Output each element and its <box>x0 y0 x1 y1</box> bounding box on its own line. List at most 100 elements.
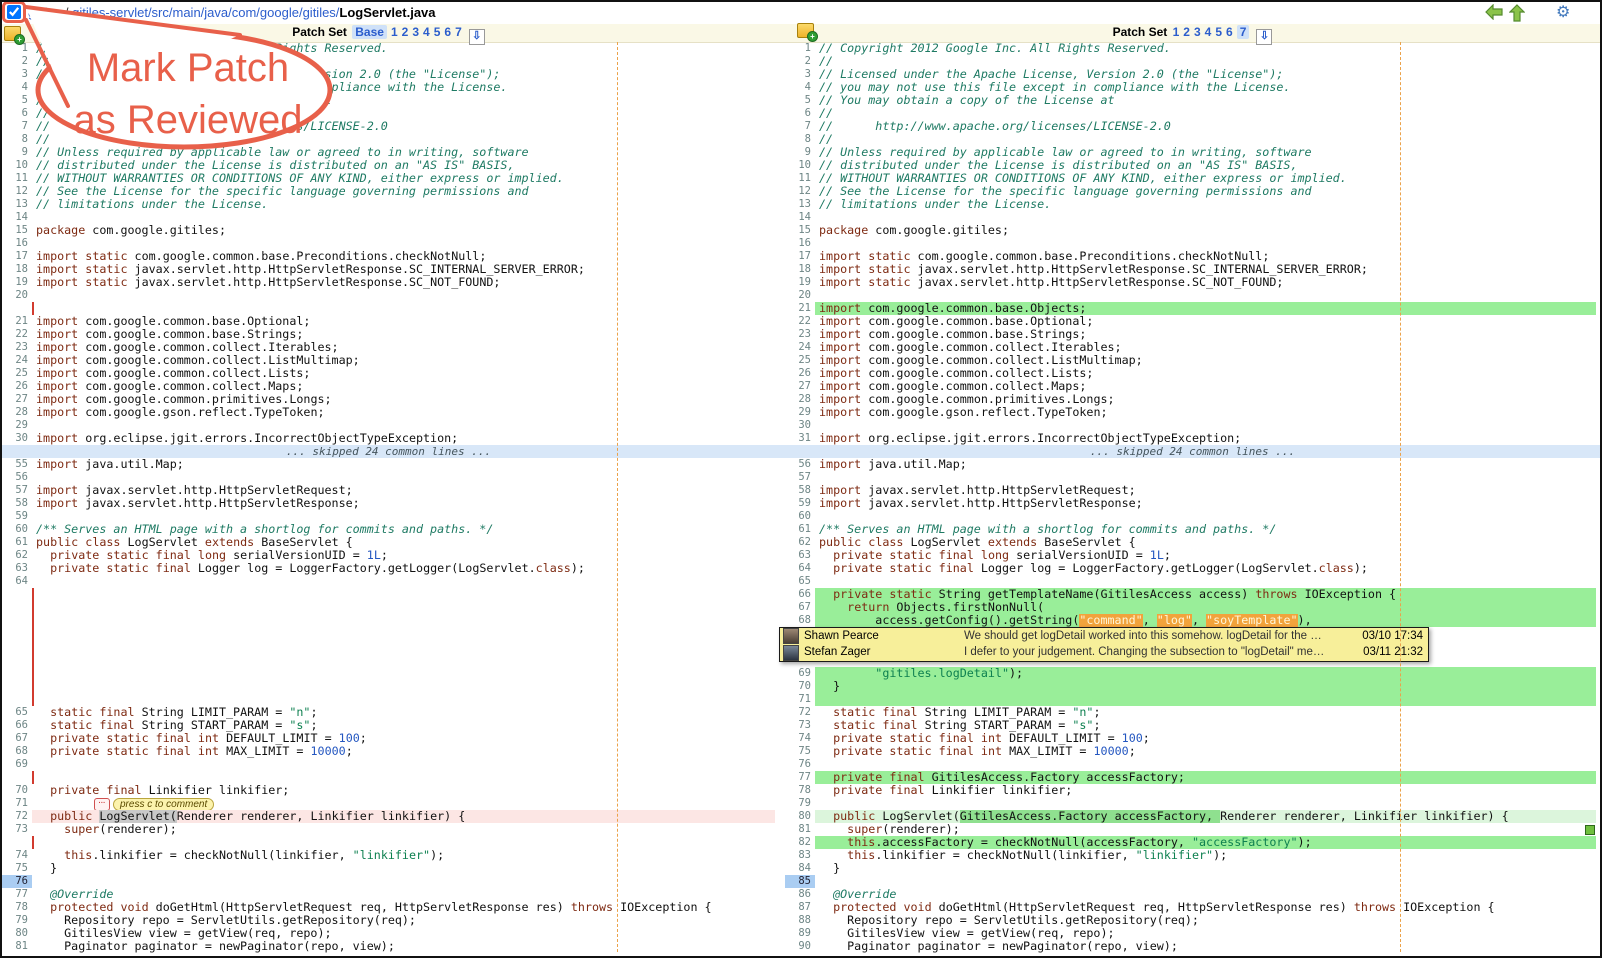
code-line[interactable]: // you may not use this file except in c… <box>32 81 775 94</box>
code-line[interactable]: import org.eclipse.jgit.errors.Incorrect… <box>32 432 775 445</box>
code-line[interactable]: import static javax.servlet.http.HttpSer… <box>815 276 1596 289</box>
code-line[interactable] <box>32 302 775 315</box>
patchset-6[interactable]: 6 <box>1226 25 1233 39</box>
code-line[interactable]: import com.google.common.base.Strings; <box>815 328 1596 341</box>
patchset-5[interactable]: 5 <box>434 25 441 39</box>
patchset-3[interactable]: 3 <box>412 25 419 39</box>
code-line[interactable]: private static final Logger log = Logger… <box>815 562 1596 575</box>
code-line[interactable]: // <box>815 107 1596 120</box>
code-line[interactable]: GitilesView view = getView(req, repo); <box>815 927 1596 940</box>
code-line[interactable] <box>32 875 775 888</box>
code-line[interactable]: /** Serves an HTML page with a shortlog … <box>815 523 1596 536</box>
code-line[interactable]: import com.google.common.base.Objects; <box>815 302 1596 315</box>
patchset-1[interactable]: 1 <box>391 25 398 39</box>
code-line[interactable] <box>815 797 1596 810</box>
patchset-3[interactable]: 3 <box>1194 25 1201 39</box>
code-line[interactable]: import com.google.gson.reflect.TypeToken… <box>32 406 775 419</box>
code-line[interactable]: ···press c to comment <box>32 797 775 810</box>
code-line[interactable]: public class LogServlet extends BaseServ… <box>815 536 1596 549</box>
code-line[interactable]: Repository repo = ServletUtils.getReposi… <box>815 914 1596 927</box>
inline-comment-thread[interactable]: Shawn PearceWe should get logDetail work… <box>779 627 1429 662</box>
code-line[interactable]: // http://www.apache.org/licenses/LICENS… <box>815 120 1596 133</box>
code-line[interactable]: private static final long serialVersionU… <box>815 549 1596 562</box>
add-file-comment-icon-left[interactable] <box>4 26 21 41</box>
code-line[interactable]: private static String getTemplateName(Gi… <box>815 588 1596 601</box>
code-line[interactable]: this.accessFactory = checkNotNull(access… <box>815 836 1596 849</box>
code-line[interactable]: import java.util.Map; <box>815 458 1596 471</box>
code-line[interactable]: private static final int MAX_LIMIT = 100… <box>32 745 775 758</box>
code-line[interactable]: // WITHOUT WARRANTIES OR CONDITIONS OF A… <box>815 172 1596 185</box>
code-line[interactable]: Paginator paginator = newPaginator(repo,… <box>815 940 1596 953</box>
code-line[interactable]: import javax.servlet.http.HttpServletReq… <box>815 484 1596 497</box>
code-line[interactable]: public LogServlet(Renderer renderer, Lin… <box>32 810 775 823</box>
code-line[interactable]: // distributed under the License is dist… <box>815 159 1596 172</box>
code-line[interactable]: // You may obtain a copy of the License … <box>32 94 775 107</box>
code-line[interactable]: static final String START_PARAM = "s"; <box>32 719 775 732</box>
code-line[interactable]: // Unless required by applicable law or … <box>815 146 1596 159</box>
code-line[interactable]: // See the License for the specific lang… <box>32 185 775 198</box>
patchset-1[interactable]: 1 <box>1173 25 1180 39</box>
code-line[interactable]: private static final Logger log = Logger… <box>32 562 775 575</box>
code-line[interactable]: private static final int MAX_LIMIT = 100… <box>815 745 1596 758</box>
code-line[interactable] <box>32 667 775 680</box>
code-line[interactable]: // <box>32 107 775 120</box>
code-line[interactable]: // <box>815 133 1596 146</box>
code-line[interactable]: private final Linkifier linkifier; <box>32 784 775 797</box>
code-line[interactable]: @Override <box>32 888 775 901</box>
code-line[interactable]: super(renderer); <box>815 823 1596 836</box>
comment-row[interactable]: Shawn PearceWe should get logDetail work… <box>780 628 1428 645</box>
code-line[interactable]: private static final long serialVersionU… <box>32 549 775 562</box>
code-line[interactable]: "gitiles.logDetail"); <box>815 667 1596 680</box>
code-line[interactable]: Paginator paginator = newPaginator(repo,… <box>32 940 775 953</box>
code-line[interactable]: import javax.servlet.http.HttpServletRes… <box>815 497 1596 510</box>
breadcrumb-path-link[interactable]: gitiles-servlet/src/main/java/com/google… <box>72 5 339 20</box>
code-line[interactable]: import com.google.common.collect.Lists; <box>815 367 1596 380</box>
code-line[interactable] <box>815 758 1596 771</box>
settings-gear-icon[interactable]: ⚙ <box>1556 4 1570 22</box>
breadcrumb-project-link[interactable]: gitiles <box>28 5 61 20</box>
code-line[interactable]: private final GitilesAccess.Factory acce… <box>815 771 1596 784</box>
code-line[interactable]: import static javax.servlet.http.HttpSer… <box>815 263 1596 276</box>
patchset-4[interactable]: 4 <box>423 25 430 39</box>
code-line[interactable]: // Copyright 2012 Google Inc. All Rights… <box>32 42 775 55</box>
code-line[interactable] <box>32 601 775 614</box>
up-to-change-icon[interactable] <box>1509 4 1525 27</box>
code-line[interactable] <box>32 614 775 627</box>
code-line[interactable]: import static com.google.common.base.Pre… <box>815 250 1596 263</box>
code-line[interactable]: import com.google.common.collect.Iterabl… <box>815 341 1596 354</box>
code-line[interactable] <box>32 419 775 432</box>
code-line[interactable] <box>32 588 775 601</box>
code-line[interactable]: } <box>32 862 775 875</box>
code-line[interactable] <box>815 875 1596 888</box>
code-line[interactable]: @Override <box>815 888 1596 901</box>
code-line[interactable] <box>32 758 775 771</box>
code-line[interactable]: import com.google.common.primitives.Long… <box>815 393 1596 406</box>
code-line[interactable]: private static final int DEFAULT_LIMIT =… <box>32 732 775 745</box>
code-line[interactable]: // you may not use this file except in c… <box>815 81 1596 94</box>
code-line[interactable]: // <box>32 133 775 146</box>
code-line[interactable]: // <box>815 55 1596 68</box>
code-line[interactable] <box>815 289 1596 302</box>
code-line[interactable] <box>32 289 775 302</box>
code-line[interactable]: import static com.google.common.base.Pre… <box>32 250 775 263</box>
add-file-comment-icon-right[interactable] <box>797 23 814 38</box>
code-line[interactable] <box>32 237 775 250</box>
code-line[interactable] <box>32 771 775 784</box>
code-line[interactable] <box>32 836 775 849</box>
code-line[interactable]: private static final int DEFAULT_LIMIT =… <box>815 732 1596 745</box>
code-line[interactable]: // <box>32 55 775 68</box>
code-line[interactable] <box>815 419 1596 432</box>
patchset-2[interactable]: 2 <box>1183 25 1190 39</box>
code-line[interactable]: // You may obtain a copy of the License … <box>815 94 1596 107</box>
code-line[interactable]: static final String LIMIT_PARAM = "n"; <box>32 706 775 719</box>
code-line[interactable]: // limitations under the License. <box>32 198 775 211</box>
code-line[interactable]: private final Linkifier linkifier; <box>815 784 1596 797</box>
code-line[interactable]: public class LogServlet extends BaseServ… <box>32 536 775 549</box>
code-line[interactable]: this.linkifier = checkNotNull(linkifier,… <box>32 849 775 862</box>
patchset-6[interactable]: 6 <box>444 25 451 39</box>
skipped-lines-bar[interactable]: ... skipped 24 common lines ...... skipp… <box>2 445 1600 458</box>
code-line[interactable]: import com.google.common.collect.ListMul… <box>815 354 1596 367</box>
code-line[interactable]: protected void doGetHtml(HttpServletRequ… <box>32 901 775 914</box>
code-line[interactable]: } <box>815 680 1596 693</box>
code-line[interactable]: // distributed under the License is dist… <box>32 159 775 172</box>
